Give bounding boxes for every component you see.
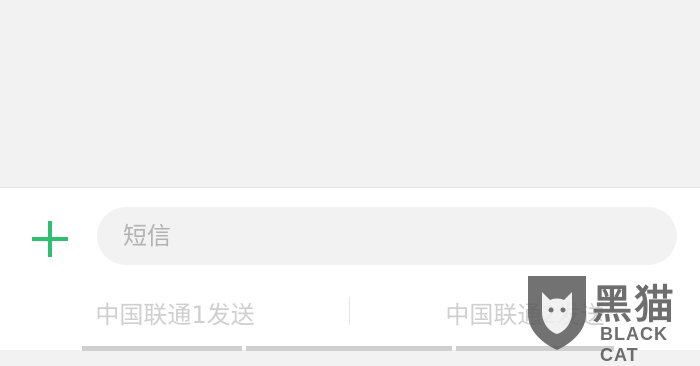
keyboard-key-hint bbox=[246, 346, 452, 351]
black-cat-watermark: 黑猫 BLACK CAT bbox=[522, 270, 700, 365]
send-divider bbox=[349, 297, 350, 325]
send-sim1-button[interactable]: 中国联通1发送 bbox=[60, 288, 290, 336]
black-cat-shield-logo bbox=[528, 276, 586, 350]
keyboard-key-hint bbox=[82, 346, 242, 351]
message-input[interactable] bbox=[123, 207, 677, 265]
watermark-english-text: BLACK CAT bbox=[600, 324, 668, 365]
message-input-box[interactable] bbox=[97, 207, 677, 265]
add-attachment-button[interactable] bbox=[22, 218, 78, 260]
plus-icon bbox=[32, 221, 68, 257]
watermark-chinese-text: 黑猫 bbox=[592, 282, 676, 328]
conversation-area bbox=[0, 0, 700, 187]
